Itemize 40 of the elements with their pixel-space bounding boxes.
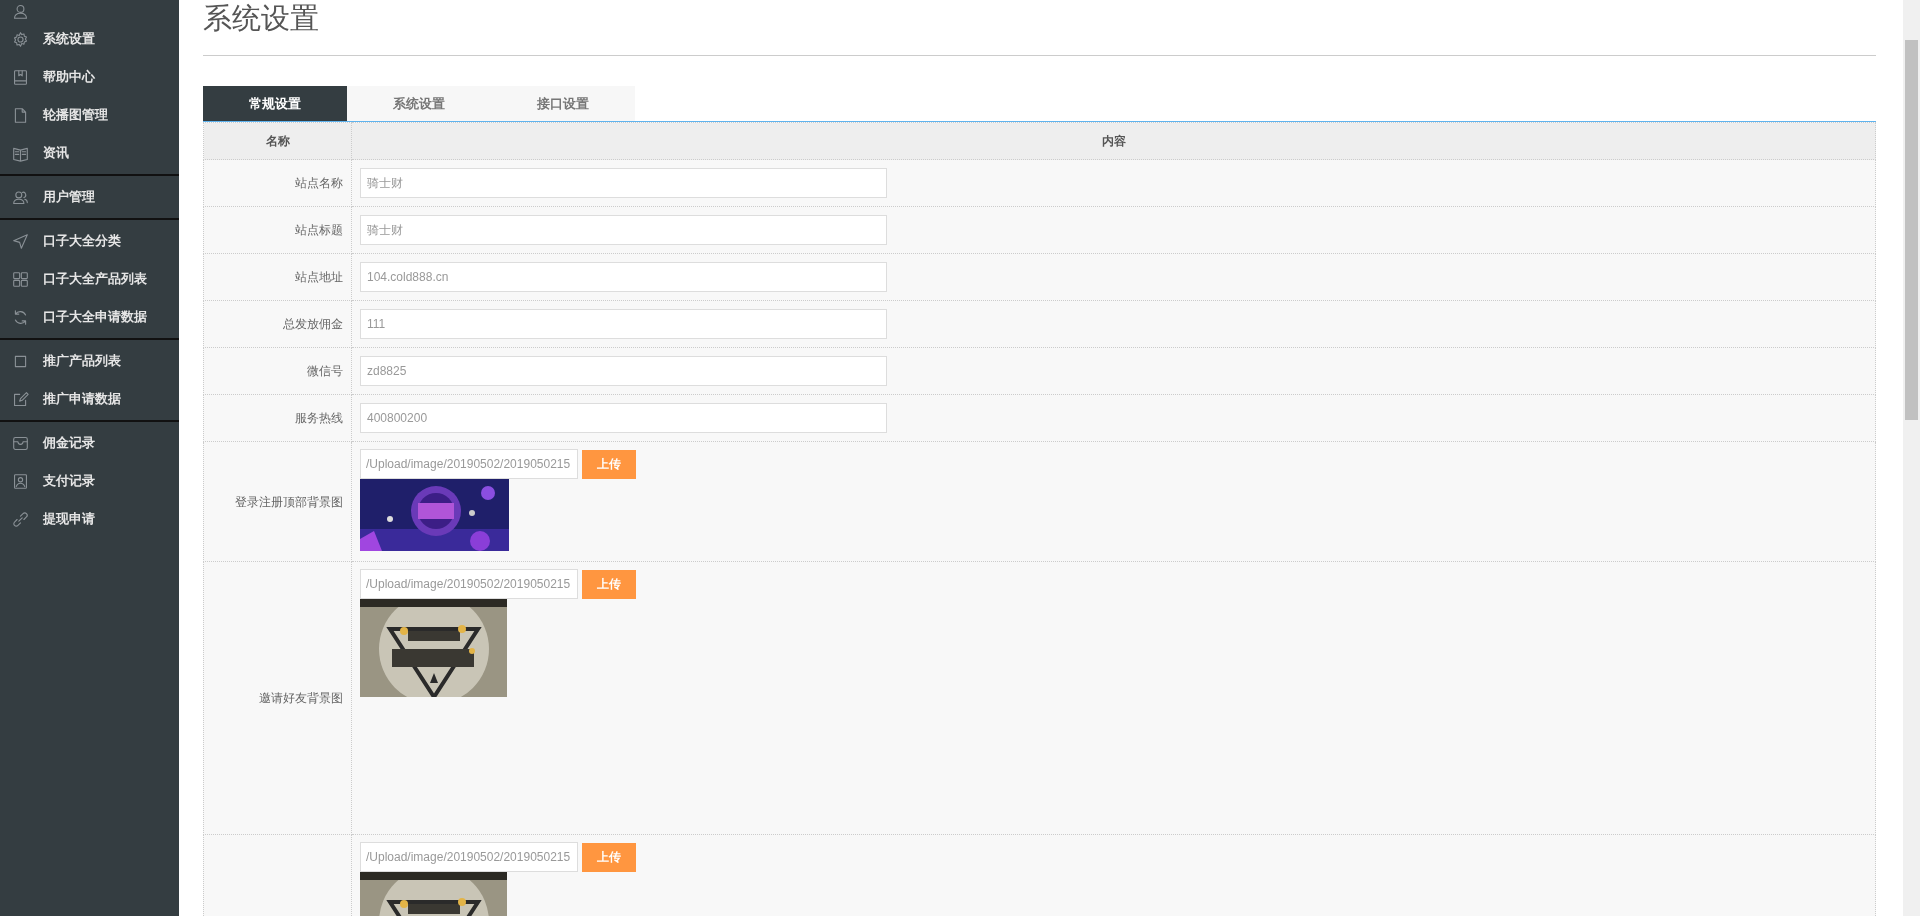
field-label: 登录注册顶部背景图 bbox=[235, 494, 343, 509]
file-icon bbox=[12, 106, 29, 124]
tab[interactable]: 接口设置 bbox=[491, 86, 635, 121]
field-label: 服务热线 bbox=[295, 411, 343, 425]
edit-icon bbox=[12, 390, 29, 408]
sidebar-item[interactable]: 佣金记录 bbox=[0, 424, 179, 462]
field-label: 总发放佣金 bbox=[283, 317, 343, 331]
link-icon bbox=[12, 510, 29, 528]
inbox-icon bbox=[12, 434, 29, 452]
tab[interactable]: 系统设置 bbox=[347, 86, 491, 121]
sidebar-item[interactable]: 口子大全申请数据 bbox=[0, 298, 179, 336]
portrait-icon bbox=[12, 472, 29, 490]
page-title: 系统设置 bbox=[203, 1, 319, 36]
field-label: 站点名称 bbox=[295, 176, 343, 190]
column-header: 名称 bbox=[203, 122, 352, 160]
field-label: 站点标题 bbox=[295, 223, 343, 237]
book-icon bbox=[12, 68, 29, 86]
field-label: 站点地址 bbox=[295, 270, 343, 284]
column-header: 内容 bbox=[351, 122, 1876, 160]
users-icon bbox=[12, 188, 29, 206]
sidebar-item[interactable]: 支付记录 bbox=[0, 462, 179, 500]
sidebar-item[interactable]: 口子大全产品列表 bbox=[0, 260, 179, 298]
sidebar-item[interactable]: 用户管理 bbox=[0, 178, 179, 216]
user-icon bbox=[12, 3, 29, 20]
sidebar-item[interactable]: 系统设置 bbox=[0, 20, 179, 58]
refresh-icon bbox=[12, 308, 29, 326]
sidebar-item[interactable]: 轮播图管理 bbox=[0, 96, 179, 134]
grid-icon bbox=[12, 270, 29, 288]
sidebar-item[interactable]: 推广产品列表 bbox=[0, 342, 179, 380]
sidebar-item[interactable]: 推广申请数据 bbox=[0, 380, 179, 418]
tab[interactable]: 常规设置 bbox=[203, 86, 347, 121]
sidebar-item[interactable]: 提现申请 bbox=[0, 500, 179, 538]
sidebar-item[interactable]: 帮助中心 bbox=[0, 58, 179, 96]
sidebar-item[interactable]: 口子大全分类 bbox=[0, 222, 179, 260]
settings-icon bbox=[12, 30, 29, 48]
scrollbar[interactable] bbox=[1903, 0, 1920, 916]
field-label: 微信号 bbox=[307, 364, 343, 378]
field-label: 邀请好友背景图 bbox=[259, 691, 343, 705]
sidebar-item[interactable]: 资讯 bbox=[0, 134, 179, 172]
send-icon bbox=[12, 232, 29, 250]
